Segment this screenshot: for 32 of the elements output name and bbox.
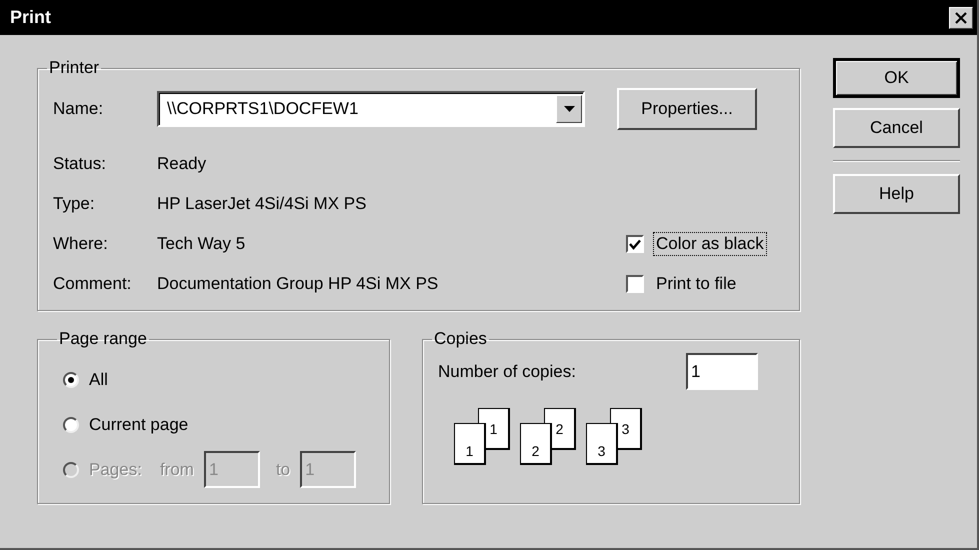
dialog-button[interactable]: OK (833, 58, 960, 98)
info-label: Comment: (53, 274, 132, 294)
dialog-button[interactable]: Help (833, 174, 960, 214)
copies-field[interactable]: 1 (686, 353, 758, 390)
checkbox[interactable] (626, 275, 644, 293)
info-label: Status: (53, 154, 107, 174)
info-value: Ready (157, 154, 208, 174)
radio-label[interactable]: All (89, 370, 108, 390)
checkbox[interactable] (626, 235, 644, 253)
info-value: HP LaserJet 4Si/4Si MX PS (157, 194, 368, 214)
dialog-button[interactable]: Cancel (833, 108, 960, 148)
close-icon (954, 12, 968, 24)
properties-button[interactable]: Properties... (617, 88, 757, 130)
info-label: Type: (53, 194, 96, 214)
field-label: Name: (53, 99, 104, 119)
group-label: Printer (48, 58, 100, 78)
group-label: Copies (433, 329, 488, 349)
radio-button[interactable] (63, 416, 79, 432)
info-label: Where: (53, 234, 109, 254)
field-label: to (276, 460, 290, 480)
info-value: Documentation Group HP 4Si MX PS (157, 274, 440, 294)
close-button[interactable] (949, 6, 973, 28)
radio-label[interactable]: Current page (89, 414, 188, 434)
checkbox-label[interactable]: Color as black (653, 232, 767, 256)
window-title: Print (10, 7, 52, 28)
checkbox-label[interactable]: Print to file (653, 272, 740, 296)
radio-button[interactable] (63, 372, 79, 388)
field-label: from (160, 460, 194, 480)
group-label: Page range (58, 329, 148, 349)
info-value: Tech Way 5 (157, 234, 246, 254)
field-label: Number of copies: (438, 362, 576, 382)
printer-dropdown[interactable]: \\CORPRTS1\DOCFEW1 (157, 91, 585, 127)
